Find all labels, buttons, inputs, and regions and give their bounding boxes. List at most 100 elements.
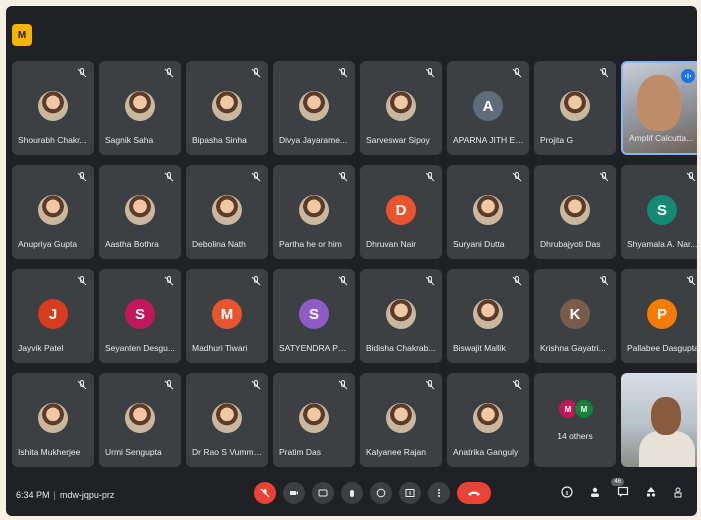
participant-tile[interactable]: Shourabh Chakr... bbox=[12, 61, 94, 155]
mic-off-icon bbox=[77, 68, 87, 78]
meet-app-icon[interactable]: M bbox=[12, 24, 32, 46]
participant-tile[interactable]: Dhrubajyoti Das bbox=[534, 165, 616, 259]
participant-tile[interactable]: Sarveswar Sipoy bbox=[360, 61, 442, 155]
participant-tile[interactable]: Projita G bbox=[534, 61, 616, 155]
avatar bbox=[473, 403, 503, 433]
emoji-icon bbox=[376, 488, 386, 498]
host-controls-button[interactable] bbox=[671, 484, 687, 500]
participant-tile[interactable]: P Pallabee Dasgupta bbox=[621, 269, 697, 363]
mic-off-icon bbox=[164, 68, 174, 78]
participant-tile[interactable]: Pratim Das bbox=[273, 373, 355, 467]
participant-name: Bidisha Chakrab... bbox=[366, 343, 436, 353]
avatar bbox=[386, 91, 416, 121]
participant-tile[interactable]: D Dhruvan Nair bbox=[360, 165, 442, 259]
meeting-details-button[interactable] bbox=[559, 484, 575, 500]
avatar bbox=[473, 299, 503, 329]
self-view-tile[interactable] bbox=[621, 373, 697, 467]
participant-tile[interactable]: K Krishna Gayatri... bbox=[534, 269, 616, 363]
avatar bbox=[125, 403, 155, 433]
mic-off-icon bbox=[599, 276, 609, 286]
avatar bbox=[386, 403, 416, 433]
mic-off-icon bbox=[425, 172, 435, 182]
lock-person-icon bbox=[674, 487, 682, 498]
participant-name: Kalyanee Rajan bbox=[366, 447, 427, 457]
participant-tile[interactable]: Amplif Calcutta... bbox=[621, 61, 697, 155]
mic-off-icon bbox=[512, 68, 522, 78]
participant-name: Shourabh Chakr... bbox=[18, 135, 87, 145]
participant-tile[interactable]: Urmi Sengupta bbox=[99, 373, 181, 467]
participant-tile[interactable]: S Seyanten Desgu... bbox=[99, 269, 181, 363]
people-button[interactable] bbox=[587, 484, 603, 500]
participant-tile[interactable]: S SATYENDRA PRA... bbox=[273, 269, 355, 363]
participant-tile[interactable]: Sagnik Saha bbox=[99, 61, 181, 155]
raise-hand-button[interactable] bbox=[341, 482, 363, 504]
chat-button[interactable] bbox=[615, 484, 631, 500]
camera-toggle-button[interactable] bbox=[283, 482, 305, 504]
letter-avatar: D bbox=[386, 195, 416, 225]
participant-tile[interactable]: S Shyamala A. Nar... bbox=[621, 165, 697, 259]
participant-name: Bipasha Sinha bbox=[192, 135, 247, 145]
letter-avatar: J bbox=[38, 299, 68, 329]
participant-tile[interactable]: Kalyanee Rajan bbox=[360, 373, 442, 467]
participant-name: Partha he or him bbox=[279, 239, 342, 249]
participant-name: Krishna Gayatri... bbox=[540, 343, 606, 353]
participant-tile[interactable]: Anatrika Ganguly bbox=[447, 373, 529, 467]
clock-time: 6:34 PM bbox=[16, 490, 50, 500]
participant-tile[interactable]: J Jayvik Patel bbox=[12, 269, 94, 363]
mic-off-icon bbox=[338, 68, 348, 78]
participant-tile[interactable]: Partha he or him bbox=[273, 165, 355, 259]
camera-icon bbox=[290, 491, 298, 495]
participant-name: Dr Rao S Vumme... bbox=[192, 447, 264, 457]
participant-tile[interactable]: Bidisha Chakrab... bbox=[360, 269, 442, 363]
mic-off-icon bbox=[686, 172, 696, 182]
captions-button[interactable] bbox=[312, 482, 334, 504]
mic-off-icon bbox=[164, 172, 174, 182]
participant-name: Dhrubajyoti Das bbox=[540, 239, 601, 249]
more-options-button[interactable] bbox=[428, 482, 450, 504]
side-controls: 46 bbox=[559, 478, 687, 500]
participant-name: Dhruvan Nair bbox=[366, 239, 417, 249]
bottom-bar: 6:34 PM | mdw-jqpu-prz 46 bbox=[6, 474, 697, 516]
meeting-info: 6:34 PM | mdw-jqpu-prz bbox=[16, 490, 114, 500]
reactions-button[interactable] bbox=[370, 482, 392, 504]
others-count-label: 14 others bbox=[557, 431, 593, 441]
activities-button[interactable] bbox=[643, 484, 659, 500]
avatar bbox=[299, 91, 329, 121]
mini-avatar: M bbox=[574, 399, 594, 419]
participant-tile[interactable]: Debolina Nath bbox=[186, 165, 268, 259]
participant-name: Suryani Dutta bbox=[453, 239, 505, 249]
participant-tile[interactable]: Suryani Dutta bbox=[447, 165, 529, 259]
letter-avatar: A bbox=[473, 91, 503, 121]
present-button[interactable] bbox=[399, 482, 421, 504]
avatar bbox=[560, 195, 590, 225]
mic-off-icon bbox=[425, 276, 435, 286]
avatar bbox=[212, 91, 242, 121]
participant-name: SATYENDRA PRA... bbox=[279, 343, 351, 353]
avatar bbox=[38, 195, 68, 225]
participant-tile[interactable]: A APARNA JITH En... bbox=[447, 61, 529, 155]
participant-name: Projita G bbox=[540, 135, 574, 145]
avatar bbox=[212, 403, 242, 433]
leave-call-button[interactable] bbox=[457, 482, 491, 504]
mic-off-icon bbox=[686, 276, 696, 286]
others-tile[interactable]: M M 14 others bbox=[534, 373, 616, 467]
participant-tile[interactable]: Aastha Bothra bbox=[99, 165, 181, 259]
participant-tile[interactable]: Biswajit Mallik bbox=[447, 269, 529, 363]
mic-off-icon bbox=[260, 488, 270, 498]
self-body bbox=[639, 431, 695, 467]
avatar bbox=[386, 299, 416, 329]
mic-toggle-button[interactable] bbox=[254, 482, 276, 504]
participant-tile[interactable]: Ishita Mukherjee bbox=[12, 373, 94, 467]
participant-name: Shyamala A. Nar... bbox=[627, 239, 697, 249]
participant-name: Pratim Das bbox=[279, 447, 322, 457]
participant-tile[interactable]: Dr Rao S Vumme... bbox=[186, 373, 268, 467]
participant-tile[interactable]: Bipasha Sinha bbox=[186, 61, 268, 155]
info-icon bbox=[561, 486, 573, 498]
avatar bbox=[299, 195, 329, 225]
mic-off-icon bbox=[251, 380, 261, 390]
participant-tile[interactable]: Anupriya Gupta bbox=[12, 165, 94, 259]
participant-tile[interactable]: M Madhuri Tiwari bbox=[186, 269, 268, 363]
participant-tile[interactable]: Divya Jayarame... bbox=[273, 61, 355, 155]
avatar bbox=[125, 195, 155, 225]
participant-grid: Shourabh Chakr... Sagnik Saha Bipasha Sinh… bbox=[12, 61, 697, 467]
